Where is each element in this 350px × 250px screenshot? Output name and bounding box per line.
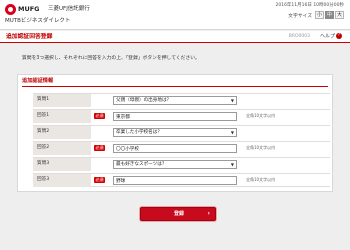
answer-3-label-cell: 回答3 bbox=[33, 174, 91, 187]
question-2-row: 質問2 卒業した小学校名は？ ▼ bbox=[33, 125, 330, 139]
question-1-row: 質問1 父親（母親）の出身地は？ ▼ bbox=[33, 93, 330, 107]
page-title: 追加認証回答登録 bbox=[6, 34, 53, 40]
chevron-down-icon: ▼ bbox=[230, 130, 234, 135]
help-link[interactable]: ヘルプ? bbox=[320, 33, 342, 41]
answer-1-row: 回答1 必須 全角10文字以内 bbox=[33, 109, 330, 123]
bank-name: 三菱UFJ信託銀行 bbox=[48, 6, 90, 12]
question-2-label: 質問2 bbox=[37, 129, 50, 134]
header: MUFG 三菱UFJ信託銀行 MUTBビジネスダイレクト 2016年11月16日… bbox=[0, 0, 350, 30]
answer-2-note: 全角10文字以内 bbox=[246, 145, 276, 150]
register-button[interactable]: 登録 › bbox=[140, 207, 216, 221]
question-3-row: 質問3 最も好きなスポーツは？ ▼ bbox=[33, 157, 330, 171]
answer-1-label: 回答1 bbox=[37, 113, 50, 118]
question-2-label-cell: 質問2 bbox=[33, 126, 91, 139]
required-badge: 必須 bbox=[94, 177, 105, 183]
answer-3-note: 全角10文字以内 bbox=[246, 177, 276, 182]
font-size-medium-button[interactable]: 中 bbox=[325, 11, 334, 19]
required-badge: 必須 bbox=[94, 113, 105, 119]
question-1-select[interactable]: 父親（母親）の出身地は？ ▼ bbox=[113, 96, 237, 105]
chevron-right-icon: › bbox=[207, 210, 210, 217]
instruction-text: 質問を3つ選択し、それぞれに回答を入力の上、「登録」ボタンを押してください。 bbox=[22, 56, 200, 61]
question-1-label: 質問1 bbox=[37, 97, 50, 102]
service-name: MUTBビジネスダイレクト bbox=[5, 18, 71, 24]
question-1-label-cell: 質問1 bbox=[33, 94, 91, 107]
chevron-down-icon: ▼ bbox=[230, 98, 234, 103]
chevron-down-icon: ▼ bbox=[230, 162, 234, 167]
register-button-label: 登録 bbox=[173, 211, 184, 217]
auth-info-panel: 追加認証情報 質問1 父親（母親）の出身地は？ ▼ 回答1 必須 全角10文字以… bbox=[17, 74, 333, 192]
question-3-selected-value: 最も好きなスポーツは？ bbox=[116, 162, 167, 167]
required-badge: 必須 bbox=[94, 145, 105, 151]
question-3-select[interactable]: 最も好きなスポーツは？ ▼ bbox=[113, 160, 237, 169]
answer-1-label-cell: 回答1 bbox=[33, 110, 91, 123]
help-icon: ? bbox=[336, 33, 342, 39]
section-title: 追加認証情報 bbox=[22, 78, 54, 84]
question-2-selected-value: 卒業した小学校名は？ bbox=[116, 130, 162, 135]
font-size-control: 文字サイズ 小 中 大 bbox=[288, 11, 344, 19]
answer-2-input[interactable] bbox=[113, 144, 237, 153]
question-3-label-cell: 質問3 bbox=[33, 158, 91, 171]
question-2-select[interactable]: 卒業した小学校名は？ ▼ bbox=[113, 128, 237, 137]
screen-id: BRO0003 bbox=[288, 34, 310, 39]
question-3-label: 質問3 bbox=[37, 161, 50, 166]
section-divider bbox=[22, 86, 328, 87]
answer-3-row: 回答3 必須 全角10文字以内 bbox=[33, 173, 330, 187]
font-size-large-button[interactable]: 大 bbox=[335, 11, 344, 19]
question-1-selected-value: 父親（母親）の出身地は？ bbox=[116, 98, 172, 103]
title-bar: 追加認証回答登録 BRO0003 ヘルプ? bbox=[0, 31, 350, 43]
answer-2-label-cell: 回答2 bbox=[33, 142, 91, 155]
answer-1-input[interactable] bbox=[113, 112, 237, 121]
mufg-logo-icon bbox=[5, 4, 16, 15]
logo-text: MUFG bbox=[18, 5, 40, 13]
help-link-label: ヘルプ bbox=[319, 33, 335, 40]
answer-1-note: 全角10文字以内 bbox=[246, 113, 276, 118]
font-size-label: 文字サイズ bbox=[288, 13, 312, 19]
answer-3-label: 回答3 bbox=[37, 177, 50, 182]
answer-3-input[interactable] bbox=[113, 176, 237, 185]
answer-2-row: 回答2 必須 全角10文字以内 bbox=[33, 141, 330, 155]
datetime: 2016年11月16日 10時00分00秒 bbox=[275, 3, 344, 8]
answer-2-label: 回答2 bbox=[37, 145, 50, 150]
font-size-small-button[interactable]: 小 bbox=[315, 11, 324, 19]
